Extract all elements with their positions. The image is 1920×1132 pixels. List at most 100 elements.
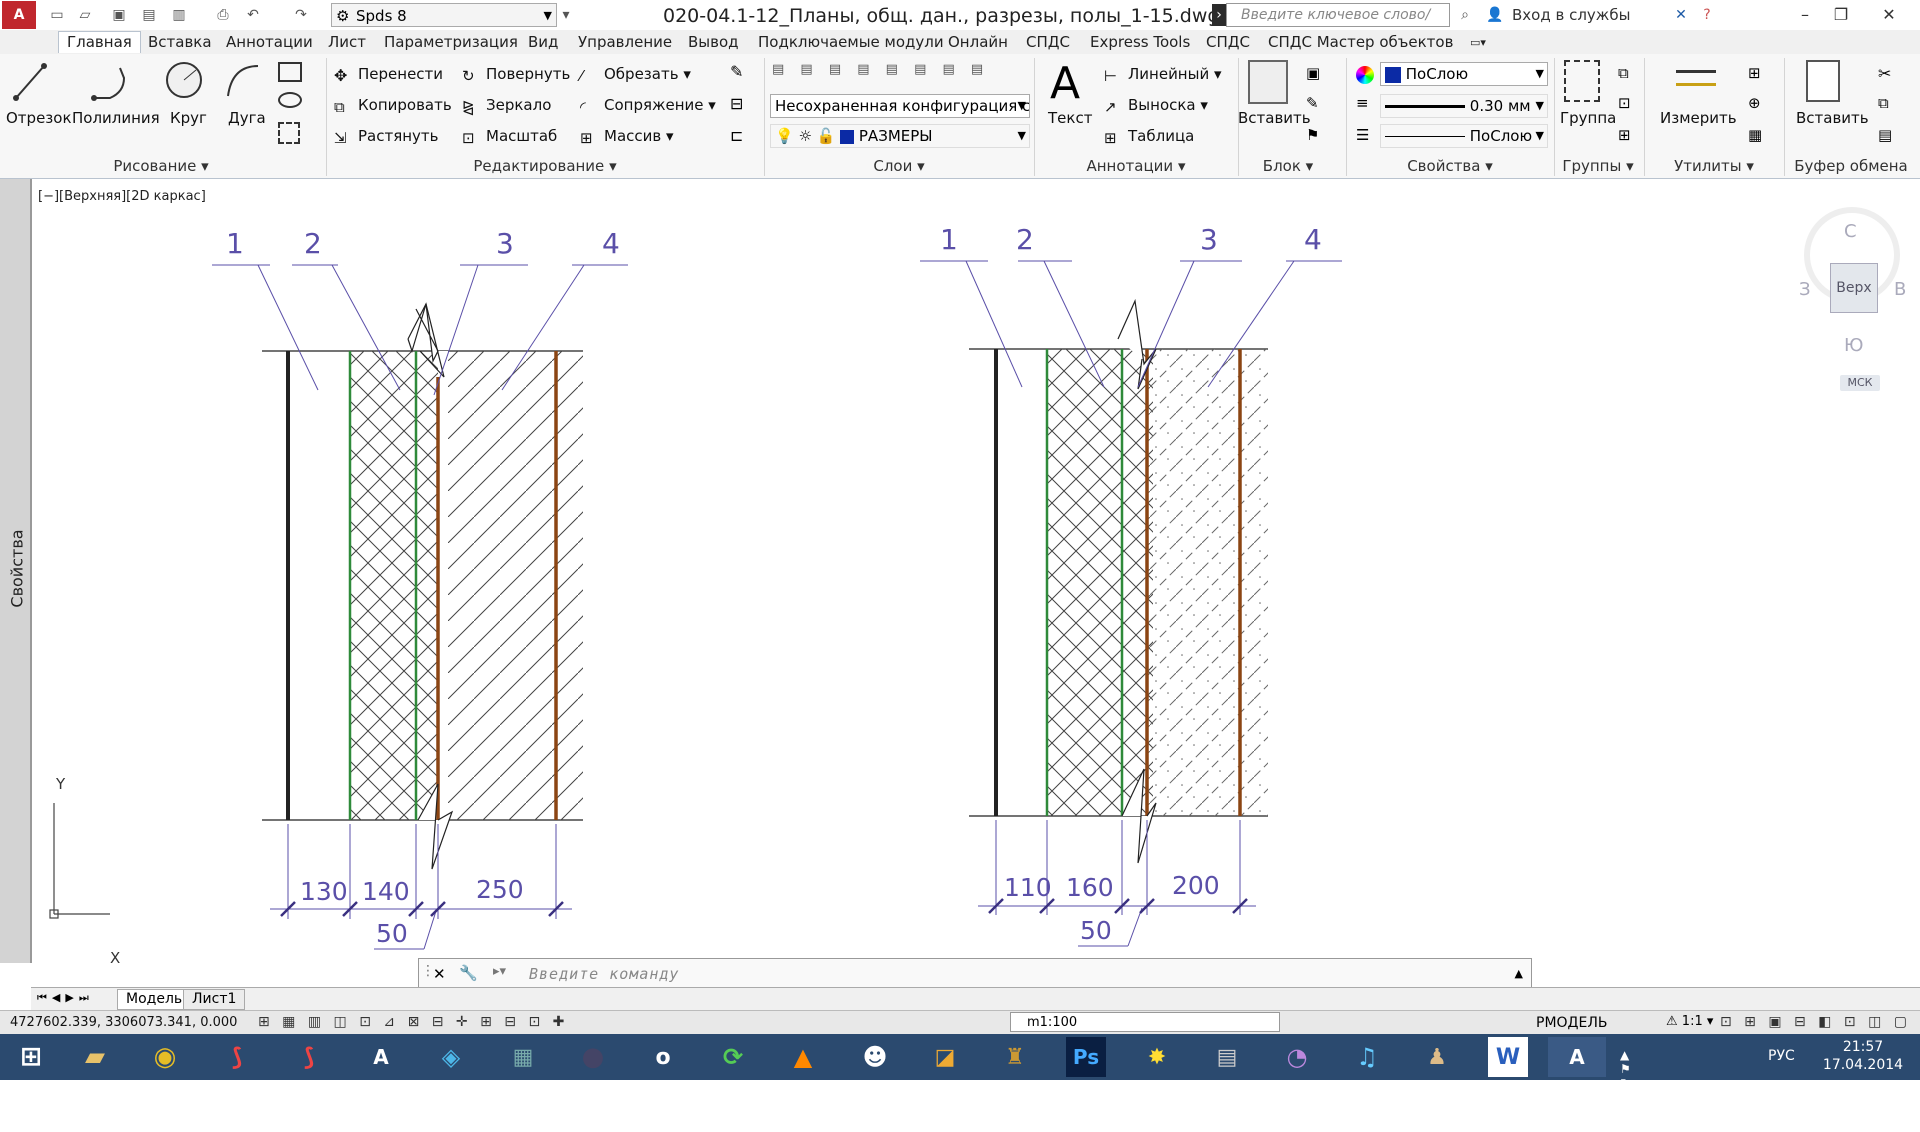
user-icon[interactable]: 👤 — [1484, 4, 1506, 26]
word-icon[interactable]: W — [1488, 1037, 1528, 1077]
save-icon[interactable]: ▣ — [108, 4, 130, 26]
paste-button[interactable]: Вставить — [1796, 108, 1869, 128]
annotation-panel-title[interactable]: Аннотации ▾ — [1036, 156, 1236, 176]
hatch-icon[interactable] — [278, 122, 300, 144]
clipboard-panel-title[interactable]: Буфер обмена — [1786, 156, 1916, 176]
tab-online[interactable]: Онлайн — [948, 32, 1008, 53]
open-icon[interactable]: ▱ — [74, 4, 96, 26]
language-indicator[interactable]: РУС — [1768, 1048, 1795, 1064]
cmd-prompt-icon[interactable]: ▸▾ — [493, 964, 506, 979]
polyline-button[interactable]: Полилиния — [72, 108, 160, 128]
close-button[interactable]: ✕ — [1866, 0, 1912, 28]
tab-manage[interactable]: Управление — [578, 32, 672, 53]
groups-panel-title[interactable]: Группы ▾ — [1556, 156, 1640, 176]
exchange-icon[interactable]: ✕ — [1670, 4, 1692, 26]
viewcube-north[interactable]: С — [1844, 221, 1857, 242]
layer-tools-row[interactable]: ▤ ▤ ▤ ▤ ▤ ▤ ▤ ▤ — [772, 62, 1028, 84]
disc-icon[interactable]: ● — [564, 1037, 622, 1077]
viewport-controls[interactable]: [−][Верхняя][2D каркас] — [38, 189, 206, 204]
chrome-icon[interactable]: ◉ — [136, 1037, 194, 1077]
ungroup-icon[interactable]: ⧉ — [1618, 64, 1629, 82]
linetype-select[interactable]: ПоСлою ▼ — [1380, 124, 1548, 148]
insert-block-button[interactable]: Вставить — [1238, 108, 1311, 128]
quickcalc-icon[interactable]: ⊞ — [1748, 64, 1761, 82]
acrobat-reader-icon[interactable]: ⟆ — [280, 1037, 338, 1077]
annoscale-select[interactable]: ⚠ 1:1 ▾ — [1666, 1014, 1713, 1029]
qat-dropdown-icon[interactable]: ▾ — [555, 4, 577, 26]
tab-sheet1[interactable]: Лист1 — [183, 989, 246, 1010]
dropbox-icon[interactable]: ◈ — [422, 1037, 480, 1077]
tab-spds-master[interactable]: СПДС Мастер объектов — [1268, 32, 1453, 53]
id-point-icon[interactable]: ⊕ — [1748, 94, 1761, 112]
linear-dim-button[interactable]: ⊢ Линейный ▾ — [1104, 64, 1222, 85]
explorer-icon[interactable]: ▰ — [66, 1037, 124, 1077]
save-as-icon[interactable]: ▤ — [138, 4, 160, 26]
tab-parametric[interactable]: Параметризация — [384, 32, 518, 53]
tab-spds[interactable]: СПДС — [1026, 32, 1070, 53]
signin-button[interactable]: Вход в службы — [1512, 6, 1630, 24]
properties-panel-title[interactable]: Свойства ▾ — [1350, 156, 1550, 176]
stretch-button[interactable]: ⇲ Растянуть — [334, 126, 439, 147]
search-expand-icon[interactable]: › — [1212, 4, 1226, 26]
group-button[interactable]: Группа — [1560, 108, 1616, 128]
archive-icon[interactable]: ▦ — [494, 1037, 552, 1077]
ucs-menu-button[interactable]: МСК — [1840, 375, 1880, 391]
wrench-icon[interactable]: 🔧 — [459, 964, 478, 982]
offset-icon[interactable]: ⊏ — [730, 126, 743, 145]
print-icon[interactable]: ⎙ — [212, 4, 234, 26]
drafting-toggle-icons[interactable]: ⊞ ▦ ▥ ◫ ⊡ ⊿ ⊠ ⊟ ✛ ⊞ ⊟ ⊡ ✚ — [258, 1014, 568, 1030]
color-select[interactable]: ПоСлою ▼ — [1380, 62, 1548, 86]
viewcube-top-face[interactable]: Верх — [1830, 263, 1878, 313]
viewcube-south[interactable]: Ю — [1844, 335, 1863, 356]
viewcube-west[interactable]: З — [1799, 279, 1811, 300]
explode-icon[interactable]: ⊟ — [730, 94, 743, 113]
ellipse-icon[interactable] — [278, 92, 302, 108]
modify-panel-title[interactable]: Редактирование ▾ — [330, 156, 760, 176]
redo-icon[interactable]: ↷ — [290, 4, 312, 26]
tab-layout[interactable]: Лист — [328, 32, 366, 53]
help-icon[interactable]: ? — [1696, 4, 1718, 26]
autocad-icon-1[interactable]: A — [352, 1037, 410, 1077]
tab-home[interactable]: Главная — [58, 31, 141, 53]
lineweight-select[interactable]: 0.30 мм ▼ — [1380, 94, 1548, 118]
viewcube-east[interactable]: В — [1894, 279, 1906, 300]
workspace-select[interactable]: ⚙ Spds 8 ▼ — [331, 3, 557, 27]
erase-icon[interactable]: ✎ — [730, 62, 743, 81]
table-button[interactable]: ⊞ Таблица — [1104, 126, 1194, 147]
text-button[interactable]: Текст — [1048, 108, 1092, 128]
autocad-icon-2[interactable]: A — [1548, 1037, 1606, 1077]
app-icon-1[interactable]: ◪ — [916, 1037, 974, 1077]
circle-button[interactable]: Круг — [170, 108, 207, 128]
tray-icons[interactable]: ▲ ⚑ ▮ ✉ ▤ ◉ — [1620, 1048, 1637, 1132]
layer-select[interactable]: 💡 ☼ 🔓 РАЗМЕРЫ ▼ — [770, 124, 1030, 148]
copy-clip-icon[interactable]: ⧉ — [1878, 94, 1889, 112]
block-panel-title[interactable]: Блок ▾ — [1240, 156, 1336, 176]
tab-express-tools[interactable]: Express Tools — [1090, 32, 1190, 53]
measure-button[interactable]: Измерить — [1660, 108, 1737, 128]
drawing-canvas[interactable]: 1 2 3 4 130 140 250 50 1 2 3 4 110 160 2… — [31, 179, 1920, 967]
tab-view[interactable]: Вид — [528, 32, 558, 53]
acrobat-icon[interactable]: ⟆ — [208, 1037, 266, 1077]
search-input[interactable]: Введите ключевое слово/фразу — [1226, 3, 1450, 45]
tab-spds-2[interactable]: СПДС — [1206, 32, 1250, 53]
match-icon[interactable]: ▤ — [1878, 126, 1892, 144]
clock-app-icon[interactable]: ✸ — [1128, 1037, 1186, 1077]
attribute-icon[interactable]: ⚑ — [1306, 126, 1319, 144]
array-button[interactable]: ⊞ Массив ▾ — [580, 126, 674, 147]
rotate-button[interactable]: ↻ Повернуть — [462, 64, 570, 85]
undo-icon[interactable]: ↶ — [242, 4, 264, 26]
scale-button[interactable]: ⊡ Масштаб — [462, 126, 557, 147]
calculator-icon[interactable]: ▦ — [1748, 126, 1762, 144]
maximize-button[interactable]: ❐ — [1818, 0, 1864, 28]
ribbon-toggle-icon[interactable]: ▭▾ — [1470, 32, 1486, 53]
rectangle-icon[interactable] — [278, 62, 302, 82]
group-edit-icon[interactable]: ⊡ — [1618, 94, 1631, 112]
app-menu-icon[interactable]: A — [2, 1, 36, 29]
properties-palette-tab[interactable]: Свойства — [0, 179, 31, 963]
tab-nav-icons[interactable]: ⏮◀▶⏭ — [37, 991, 94, 1005]
layers-panel-title[interactable]: Слои ▾ — [766, 156, 1032, 176]
copy-button[interactable]: ⧉ Копировать — [334, 95, 452, 116]
tab-annotate[interactable]: Аннотации — [226, 32, 313, 53]
panda-icon[interactable]: ☻ — [846, 1037, 904, 1077]
cut-icon[interactable]: ✂ — [1878, 64, 1891, 83]
